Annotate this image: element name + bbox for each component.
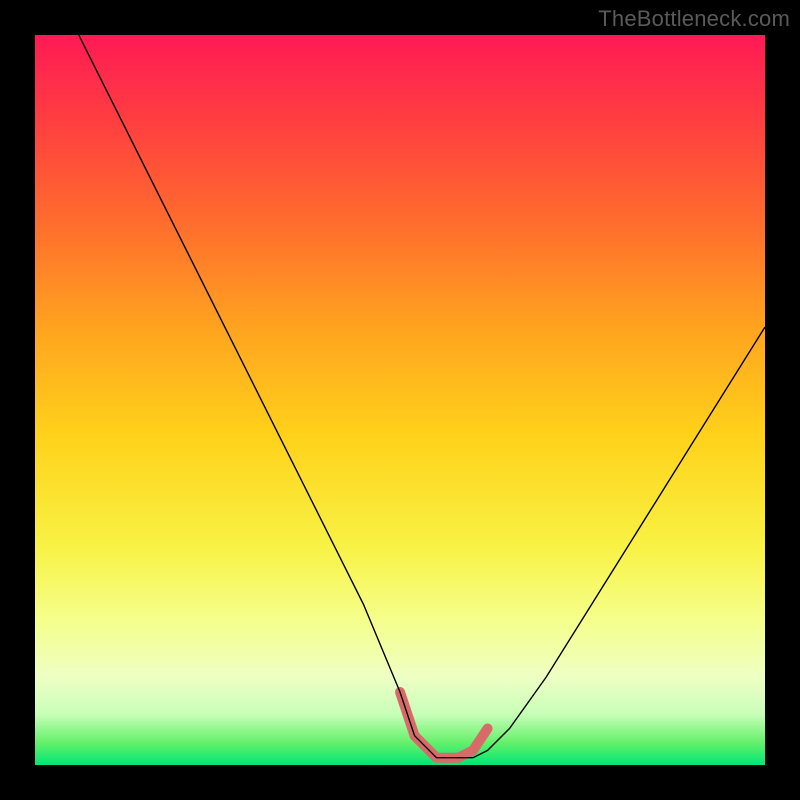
- optimal-band-curve: [400, 692, 488, 758]
- chart-svg: [35, 35, 765, 765]
- chart-stage: TheBottleneck.com: [0, 0, 800, 800]
- watermark-text: TheBottleneck.com: [598, 6, 790, 32]
- plot-area: [35, 35, 765, 765]
- bottleneck-curve: [79, 35, 765, 758]
